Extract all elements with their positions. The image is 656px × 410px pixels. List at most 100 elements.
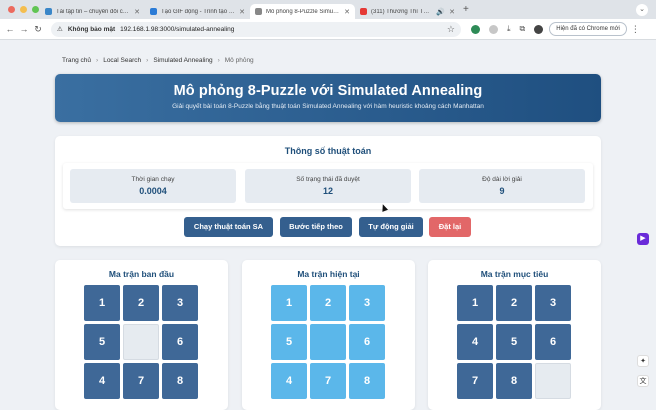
puzzle-tile: 2 xyxy=(496,285,532,321)
tab-title: (311) Thương Thì Thôi Ro xyxy=(371,8,432,15)
close-tab-icon[interactable]: ✕ xyxy=(449,8,455,16)
stat-value: 12 xyxy=(322,186,333,196)
minimize-window-icon[interactable] xyxy=(20,6,27,13)
forward-arrow-icon[interactable]: → xyxy=(17,24,31,34)
url-text[interactable]: 192.168.1.98:3000/simulated-annealing xyxy=(120,26,234,33)
puzzle-tile: 1 xyxy=(84,285,120,321)
close-tab-icon[interactable]: ✕ xyxy=(134,8,140,16)
tab-title: Tạo GIF động - Trình tạo GIF xyxy=(161,8,236,15)
puzzle-tile: 6 xyxy=(162,324,198,360)
goal-matrix-title: Ma trận mục tiêu xyxy=(480,269,549,279)
stat-label: Độ dài lời giải xyxy=(482,176,522,183)
current-matrix-panel: Ma trận hiện tại 1 2 3 5 6 4 7 8 xyxy=(242,260,415,410)
puzzle-tile: 8 xyxy=(496,363,532,399)
page-header: Mô phỏng 8-Puzzle với Simulated Annealin… xyxy=(55,74,601,122)
puzzle-tile: 1 xyxy=(457,285,493,321)
breadcrumb-current: Mô phỏng xyxy=(224,57,254,64)
browser-tab-1[interactable]: Tài tập tin – chuyển đổi của b ✕ xyxy=(40,4,145,19)
puzzle-tile: 4 xyxy=(271,363,307,399)
puzzle-tile: 5 xyxy=(84,324,120,360)
browser-tab-bar: Tài tập tin – chuyển đổi của b ✕ Tạo GIF… xyxy=(0,0,656,19)
puzzle-empty-tile xyxy=(535,363,571,399)
puzzle-tile: 3 xyxy=(162,285,198,321)
stat-states-visited: Số trạng thái đã duyệt 12 xyxy=(245,169,411,203)
breadcrumb-separator-icon: › xyxy=(146,57,149,64)
tab-favicon-icon xyxy=(45,8,52,15)
puzzle-tile: 2 xyxy=(310,285,346,321)
page-subtitle: Giải quyết bài toán 8-Puzzle bằng thuật … xyxy=(172,103,484,110)
close-tab-icon[interactable]: ✕ xyxy=(344,8,350,16)
stat-value: 0.0004 xyxy=(139,186,167,196)
page-title: Mô phỏng 8-Puzzle với Simulated Annealin… xyxy=(173,83,483,99)
tab-favicon-icon xyxy=(150,8,157,15)
extension-toolbar: ⤓ ⧉ xyxy=(471,24,544,34)
puzzle-tile: 1 xyxy=(271,285,307,321)
close-tab-icon[interactable]: ✕ xyxy=(239,8,245,16)
puzzle-tile: 6 xyxy=(535,324,571,360)
puzzle-tile: 4 xyxy=(457,324,493,360)
puzzle-tile: 7 xyxy=(310,363,346,399)
chrome-update-button[interactable]: Hiện đã có Chrome mới xyxy=(549,22,627,36)
initial-matrix-title: Ma trận ban đầu xyxy=(108,269,175,279)
auto-solve-button[interactable]: Tự động giải xyxy=(359,217,423,237)
breadcrumb-home[interactable]: Trang chủ xyxy=(62,57,91,64)
breadcrumb-separator-icon: › xyxy=(96,57,99,64)
window-controls xyxy=(0,6,40,13)
stat-label: Thời gian chạy xyxy=(131,176,175,183)
speaker-icon[interactable]: 🔊 xyxy=(436,8,445,16)
puzzle-extensions-icon[interactable]: ⧉ xyxy=(520,24,526,34)
reload-icon[interactable]: ↻ xyxy=(31,24,45,35)
puzzle-tile: 7 xyxy=(123,363,159,399)
new-tab-icon[interactable]: + xyxy=(463,4,469,15)
profile-avatar-icon[interactable] xyxy=(534,24,544,34)
maximize-window-icon[interactable] xyxy=(32,6,39,13)
security-label[interactable]: Không bảo mật xyxy=(68,26,115,33)
current-matrix-grid: 1 2 3 5 6 4 7 8 xyxy=(271,285,387,399)
stat-solution-length: Độ dài lời giải 9 xyxy=(419,169,585,203)
puzzle-empty-tile xyxy=(310,324,346,360)
breadcrumb-simulated-annealing[interactable]: Simulated Annealing xyxy=(153,57,212,64)
floating-extension-icon[interactable]: ▶ xyxy=(637,233,649,245)
next-step-button[interactable]: Bước tiếp theo xyxy=(280,217,352,237)
puzzle-tile: 3 xyxy=(535,285,571,321)
bookmark-star-icon[interactable]: ☆ xyxy=(447,24,455,35)
puzzle-tile: 5 xyxy=(271,324,307,360)
browser-tab-3-active[interactable]: Mô phỏng 8-Puzzle Simulated ✕ xyxy=(250,4,355,19)
browser-toolbar: ← → ↻ ⚠ Không bảo mật 192.168.1.98:3000/… xyxy=(0,19,656,40)
run-sa-button[interactable]: Chạy thuật toán SA xyxy=(184,217,273,237)
params-title: Thông số thuật toán xyxy=(284,146,372,156)
reset-button[interactable]: Đặt lại xyxy=(429,217,471,237)
extension-icon[interactable] xyxy=(471,24,480,34)
goal-matrix-grid: 1 2 3 4 5 6 7 8 xyxy=(457,285,573,399)
browser-tab-2[interactable]: Tạo GIF động - Trình tạo GIF ✕ xyxy=(145,4,250,19)
translate-icon[interactable]: 文 xyxy=(637,375,649,387)
puzzle-tile: 6 xyxy=(349,324,385,360)
goal-matrix-panel: Ma trận mục tiêu 1 2 3 4 5 6 7 8 xyxy=(428,260,601,410)
extension-icon[interactable] xyxy=(489,24,498,34)
warning-icon[interactable]: ⚠ xyxy=(57,25,63,33)
stats-container: Thời gian chạy 0.0004 Số trạng thái đã d… xyxy=(63,163,593,209)
breadcrumb-separator-icon: › xyxy=(217,57,220,64)
tab-favicon-icon xyxy=(255,8,262,15)
puzzle-tile: 3 xyxy=(349,285,385,321)
breadcrumb-local-search[interactable]: Local Search xyxy=(103,57,141,64)
puzzle-tile: 2 xyxy=(123,285,159,321)
puzzle-tile: 8 xyxy=(162,363,198,399)
puzzle-tile: 5 xyxy=(496,324,532,360)
download-icon[interactable]: ⤓ xyxy=(507,24,511,34)
tab-search-chevron-icon[interactable]: ⌄ xyxy=(636,3,648,16)
sparkle-ai-icon[interactable]: ✦ xyxy=(637,355,649,367)
youtube-favicon-icon xyxy=(360,8,367,15)
browser-tab-4[interactable]: (311) Thương Thì Thôi Ro 🔊 ✕ xyxy=(355,4,460,19)
more-menu-icon[interactable]: ⋮ xyxy=(631,24,640,35)
puzzle-empty-tile xyxy=(123,324,159,360)
breadcrumb: Trang chủ › Local Search › Simulated Ann… xyxy=(62,57,254,64)
back-arrow-icon[interactable]: ← xyxy=(3,24,17,34)
puzzle-tile: 7 xyxy=(457,363,493,399)
close-window-icon[interactable] xyxy=(8,6,15,13)
address-bar[interactable]: ⚠ Không bảo mật 192.168.1.98:3000/simula… xyxy=(51,21,461,37)
puzzle-tile: 8 xyxy=(349,363,385,399)
initial-matrix-grid: 1 2 3 5 6 4 7 8 xyxy=(84,285,200,399)
tab-title: Mô phỏng 8-Puzzle Simulated xyxy=(266,8,341,15)
tab-title: Tài tập tin – chuyển đổi của b xyxy=(56,8,131,15)
